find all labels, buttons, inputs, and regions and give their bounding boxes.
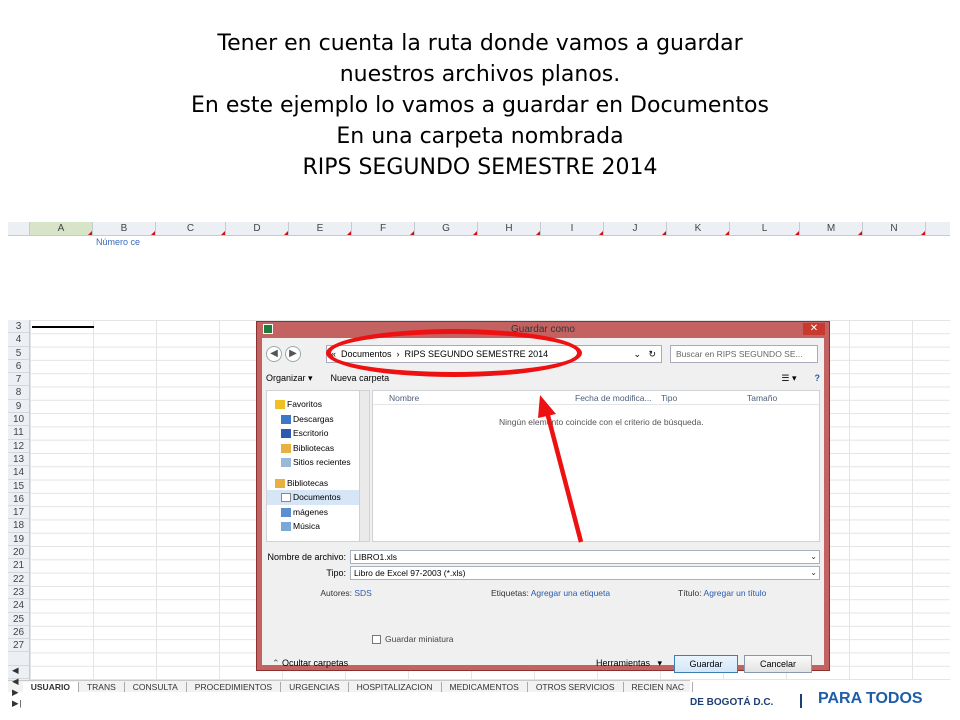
- sheet-tab-usuario[interactable]: USUARIO: [22, 681, 79, 692]
- sheet-tab-recien-nac[interactable]: RECIEN NAC: [624, 681, 693, 692]
- logo-divider: [800, 694, 802, 708]
- annotation-arrow-icon: [538, 395, 584, 543]
- sheet-tab-trans[interactable]: TRANS: [79, 681, 125, 692]
- sheet-tab-consulta[interactable]: CONSULTA: [125, 681, 187, 692]
- sheet-tab-otros-servicios[interactable]: OTROS SERVICIOS: [528, 681, 624, 692]
- sheet-tab-urgencias[interactable]: URGENCIAS: [281, 681, 349, 692]
- bogota-logo-text: DE BOGOTÁ D.C.: [690, 697, 774, 708]
- sheet-tab-procedimientos[interactable]: PROCEDIMIENTOS: [187, 681, 282, 692]
- sheet-nav-arrows-icon[interactable]: ◀ ◀ ▶ ▶|: [8, 665, 23, 709]
- para-todos-logo: PARA TODOS: [818, 690, 923, 707]
- sheet-tab-hospitalizacion[interactable]: HOSPITALIZACION: [349, 681, 442, 692]
- sheet-tab-medicamentos[interactable]: MEDICAMENTOS: [442, 681, 528, 692]
- sheet-tab-bar: ◀ ◀ ▶ ▶| USUARIO TRANS CONSULTA PROCEDIM…: [8, 665, 693, 708]
